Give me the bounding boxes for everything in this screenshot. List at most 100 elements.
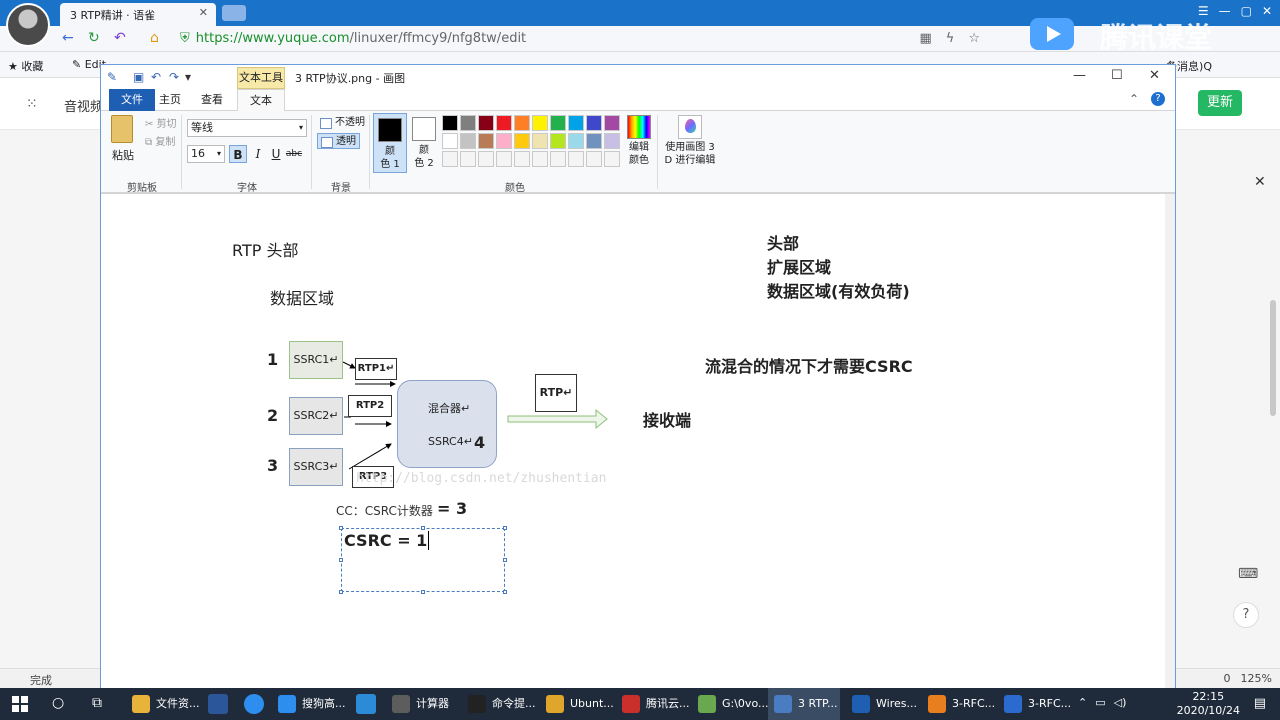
copy-button[interactable]: ⧉ 复制	[145, 133, 175, 148]
taskbar-item[interactable]: 计算器	[386, 688, 458, 720]
taskbar-item[interactable]: Wires...	[846, 688, 918, 720]
close-icon[interactable]: ✕	[1149, 68, 1160, 83]
maximize-icon[interactable]: ☐	[1111, 68, 1123, 83]
csrc-text[interactable]: CSRC = 1	[344, 531, 430, 550]
minimize-icon[interactable]: —	[1073, 68, 1086, 83]
taskbar-item[interactable]: 命令提...	[462, 688, 536, 720]
taskbar-item[interactable]: 3-RFC...	[998, 688, 1071, 720]
italic-button[interactable]: I	[249, 145, 267, 163]
palette-swatch[interactable]	[586, 151, 602, 167]
collapse-ribbon-icon[interactable]: ⌃	[1129, 92, 1139, 106]
taskbar-item[interactable]: G:\0vo...	[692, 688, 768, 720]
palette-swatch[interactable]	[460, 115, 476, 131]
taskbar-item[interactable]: 腾讯云...	[616, 688, 690, 720]
resize-handle[interactable]	[339, 526, 343, 530]
paste-button[interactable]: 粘贴	[112, 147, 134, 163]
palette-swatch[interactable]	[514, 133, 530, 149]
palette-swatch[interactable]	[442, 115, 458, 131]
resize-handle[interactable]	[421, 590, 425, 594]
palette-swatch[interactable]	[496, 133, 512, 149]
palette-swatch[interactable]	[550, 115, 566, 131]
strikethrough-button[interactable]: abc	[285, 145, 303, 163]
palette-swatch[interactable]	[568, 151, 584, 167]
opaque-option[interactable]: 不透明	[317, 115, 368, 131]
palette-swatch[interactable]	[478, 133, 494, 149]
font-size-select[interactable]: 16 ▾	[187, 145, 225, 163]
word-icon[interactable]	[208, 694, 228, 714]
url-field[interactable]: ⛨ https://www.yuque.com/linuxer/ffmcy9/nf…	[180, 29, 980, 49]
palette-swatch[interactable]	[568, 115, 584, 131]
resize-handle[interactable]	[421, 526, 425, 530]
chevron-up-icon[interactable]: ⌃	[1078, 696, 1087, 709]
color2-button[interactable]: 颜 色 2	[407, 113, 441, 173]
palette-swatch[interactable]	[604, 151, 620, 167]
maximize-icon[interactable]: ▢	[1241, 4, 1252, 18]
clock[interactable]: 22:15 2020/10/24	[1177, 690, 1240, 718]
palette-swatch[interactable]	[586, 115, 602, 131]
save-icon[interactable]: ▣	[133, 70, 144, 84]
undo-icon[interactable]: ↶	[151, 70, 161, 84]
palette-swatch[interactable]	[550, 151, 566, 167]
palette-swatch[interactable]	[604, 133, 620, 149]
tab-view[interactable]: 查看	[189, 89, 235, 111]
palette-swatch[interactable]	[442, 133, 458, 149]
close-icon[interactable]: ✕	[1254, 174, 1266, 190]
palette-swatch[interactable]	[514, 115, 530, 131]
tab-yuque[interactable]: 3 RTP精讲 · 语雀 ✕	[60, 3, 216, 26]
palette-swatch[interactable]	[604, 115, 620, 131]
palette-swatch[interactable]	[550, 133, 566, 149]
windows-start-icon[interactable]	[12, 696, 28, 712]
palette-swatch[interactable]	[478, 115, 494, 131]
text-selection-box[interactable]: CSRC = 1	[339, 526, 507, 594]
palette-swatch[interactable]	[496, 115, 512, 131]
palette-swatch[interactable]	[496, 151, 512, 167]
paste-icon[interactable]	[111, 115, 133, 143]
back-icon[interactable]: ←	[62, 30, 74, 46]
taskbar-item[interactable]: Ubunt...	[540, 688, 614, 720]
underline-button[interactable]: U	[267, 145, 285, 163]
resize-handle[interactable]	[339, 590, 343, 594]
paint3d-button[interactable]: 使用画图 3 D 进行编辑	[663, 113, 717, 167]
volume-icon[interactable]: ◁)	[1114, 696, 1127, 709]
palette-swatch[interactable]	[532, 151, 548, 167]
update-button[interactable]: 更新	[1198, 90, 1242, 116]
resize-handle[interactable]	[503, 590, 507, 594]
qr-icon[interactable]: ▦	[919, 31, 931, 46]
keyboard-icon[interactable]: ⌨	[1238, 566, 1258, 582]
lightning-icon[interactable]: ϟ	[946, 31, 955, 46]
new-tab-button[interactable]	[222, 5, 246, 21]
resize-handle[interactable]	[339, 558, 343, 562]
network-icon[interactable]: ▭	[1095, 696, 1105, 709]
palette-swatch[interactable]	[532, 115, 548, 131]
palette-swatch[interactable]	[532, 133, 548, 149]
star-icon[interactable]: ☆	[968, 31, 980, 46]
palette-swatch[interactable]	[514, 151, 530, 167]
home-icon[interactable]: ⌂	[150, 30, 159, 46]
palette-swatch[interactable]	[442, 151, 458, 167]
palette-swatch[interactable]	[478, 151, 494, 167]
avatar[interactable]	[6, 3, 50, 47]
scrollbar[interactable]	[1270, 300, 1276, 416]
taskbar-item[interactable]: 3 RTP...	[768, 688, 840, 720]
customize-icon[interactable]: ▾	[185, 70, 191, 84]
close-icon[interactable]: ✕	[199, 6, 208, 19]
bookmark-favorites[interactable]: ★ 收藏	[8, 58, 43, 74]
bold-button[interactable]: B	[229, 145, 247, 163]
resize-handle[interactable]	[503, 558, 507, 562]
drawing-canvas[interactable]: RTP 头部 数据区域 头部 扩展区域 数据区域(有效负荷) 流混合的情况下才需…	[101, 193, 1175, 689]
palette-swatch[interactable]	[568, 133, 584, 149]
task-view-icon[interactable]: ⧉	[92, 695, 102, 711]
help-icon[interactable]: ?	[1151, 92, 1165, 106]
tab-text[interactable]: 文本	[237, 89, 285, 111]
undo-icon[interactable]: ↶	[114, 30, 126, 46]
close-window-icon[interactable]: ✕	[1262, 4, 1272, 18]
refresh-icon[interactable]: ↻	[88, 30, 100, 46]
palette-swatch[interactable]	[586, 133, 602, 149]
resize-handle[interactable]	[503, 526, 507, 530]
help-icon[interactable]: ?	[1233, 602, 1259, 628]
edit-colors-button[interactable]: 编辑 颜色	[625, 113, 653, 167]
transparent-option[interactable]: 透明	[317, 133, 360, 149]
tab-home[interactable]: 主页	[147, 89, 193, 111]
cut-button[interactable]: ✂ 剪切	[145, 115, 177, 130]
palette-swatch[interactable]	[460, 151, 476, 167]
